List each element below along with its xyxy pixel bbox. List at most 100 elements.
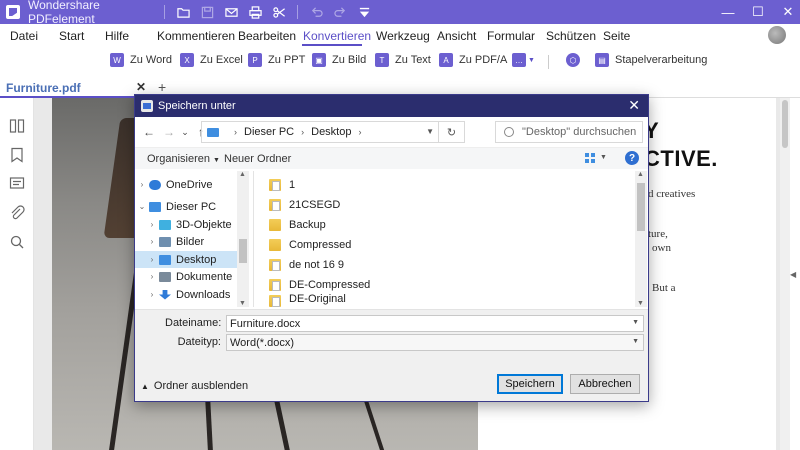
mail-icon[interactable] xyxy=(219,0,243,24)
menu-ansicht[interactable]: Ansicht xyxy=(437,27,476,43)
chevron-right-icon[interactable]: › xyxy=(145,237,159,246)
document-scrollbar[interactable] xyxy=(780,98,790,450)
to-excel-button[interactable]: X Zu Excel xyxy=(180,53,243,67)
save-button[interactable]: Speichern xyxy=(497,374,563,394)
file-item-21csegd[interactable]: 21CSEGD xyxy=(269,195,340,215)
menu-formular[interactable]: Formular xyxy=(487,27,535,43)
collapse-right-panel-icon[interactable]: ◀ xyxy=(790,270,796,279)
file-item-1[interactable]: 1 xyxy=(269,175,295,195)
new-folder-button[interactable]: Neuer Ordner xyxy=(224,153,291,165)
minimize-button[interactable]: — xyxy=(716,0,740,24)
filename-input[interactable]: Furniture.docx ▼ xyxy=(226,315,644,332)
search-input[interactable]: "Desktop" durchsuchen xyxy=(495,121,643,143)
scroll-up-icon[interactable]: ▲ xyxy=(239,171,246,178)
dialog-close-button[interactable]: ✕ xyxy=(628,97,640,114)
menu-seite[interactable]: Seite xyxy=(603,27,630,43)
add-tab-button[interactable]: + xyxy=(158,79,166,95)
menu-konvertieren[interactable]: Konvertieren xyxy=(303,27,371,43)
tree-item-onedrive[interactable]: › OneDrive xyxy=(135,176,249,193)
cancel-button[interactable]: Abbrechen xyxy=(570,374,640,394)
file-item-de-original[interactable]: DE-Original xyxy=(269,293,346,307)
pane-divider[interactable] xyxy=(253,171,254,307)
breadcrumb-desktop[interactable]: Desktop xyxy=(311,126,351,138)
scrollbar-thumb[interactable] xyxy=(637,183,645,231)
user-avatar[interactable] xyxy=(768,26,786,44)
thumbnails-icon[interactable] xyxy=(9,118,25,134)
save-icon[interactable] xyxy=(195,0,219,24)
menu-hilfe[interactable]: Hilfe xyxy=(105,27,129,43)
maximize-button[interactable]: ☐ xyxy=(746,0,770,24)
menu-schuetzen[interactable]: Schützen xyxy=(546,27,596,43)
tree-item-desktop[interactable]: › Desktop xyxy=(135,251,249,268)
scrollbar-thumb[interactable] xyxy=(239,239,247,263)
tab-furniture-pdf[interactable]: Furniture.pdf ✕ xyxy=(0,78,150,98)
menu-start[interactable]: Start xyxy=(59,27,84,43)
ocr-button[interactable]: ⬡ xyxy=(566,53,586,67)
filetype-select[interactable]: Word(*.docx) ▼ xyxy=(226,334,644,351)
chevron-down-icon[interactable]: ▼ xyxy=(632,338,639,345)
view-options-icon[interactable] xyxy=(585,153,595,163)
file-item-de-not-16-9[interactable]: de not 16 9 xyxy=(269,255,344,275)
chevron-right-icon[interactable]: › xyxy=(145,220,159,229)
file-list-scrollbar[interactable]: ▲ ▼ xyxy=(635,171,647,307)
scroll-down-icon[interactable]: ▼ xyxy=(239,300,246,307)
file-item-de-compressed[interactable]: DE-Compressed xyxy=(269,275,370,295)
file-item-backup[interactable]: Backup xyxy=(269,215,326,235)
more-formats-button[interactable]: … ▼ xyxy=(512,53,535,67)
chevron-down-icon: ▼ xyxy=(528,56,535,64)
search-icon[interactable] xyxy=(9,234,25,250)
recent-locations-icon[interactable]: ⌄ xyxy=(177,127,193,138)
quick-access-dropdown-icon[interactable] xyxy=(352,0,376,24)
close-window-button[interactable]: ✕ xyxy=(776,0,800,24)
tree-item-downloads[interactable]: › Downloads xyxy=(135,286,249,303)
chevron-right-icon[interactable]: › xyxy=(145,272,159,281)
menu-datei[interactable]: Datei xyxy=(10,27,38,43)
undo-icon[interactable] xyxy=(304,0,328,24)
chevron-down-icon[interactable]: ▼ xyxy=(600,154,607,161)
to-image-button[interactable]: ▣ Zu Bild xyxy=(312,53,366,67)
back-arrow-icon[interactable]: ← xyxy=(141,125,157,139)
organize-button[interactable]: Organisieren ▼ xyxy=(147,153,220,165)
tree-item-dokumente[interactable]: › Dokumente xyxy=(135,268,249,285)
breadcrumb-dieser-pc[interactable]: Dieser PC xyxy=(244,126,294,138)
chevron-right-icon[interactable]: › xyxy=(145,290,159,299)
chevron-down-icon[interactable]: ⌄ xyxy=(135,202,149,211)
tree-item-dieser-pc[interactable]: ⌄ Dieser PC xyxy=(135,198,249,215)
file-name: DE-Original xyxy=(289,293,346,305)
scroll-up-icon[interactable]: ▲ xyxy=(637,171,644,178)
to-pdfa-button[interactable]: A Zu PDF/A xyxy=(439,53,507,67)
forward-arrow-icon[interactable]: → xyxy=(161,125,177,139)
print-icon[interactable] xyxy=(243,0,267,24)
comment-icon[interactable] xyxy=(9,176,25,192)
menu-bearbeiten[interactable]: Bearbeiten xyxy=(238,27,296,43)
scrollbar-thumb[interactable] xyxy=(782,100,788,148)
file-item-compressed[interactable]: Compressed xyxy=(269,235,351,255)
tree-item-3d-objekte[interactable]: › 3D-Objekte xyxy=(135,216,249,233)
scissors-icon[interactable] xyxy=(267,0,291,24)
redo-icon[interactable] xyxy=(328,0,352,24)
bookmark-icon[interactable] xyxy=(9,147,25,163)
chevron-right-icon[interactable]: › xyxy=(145,255,159,264)
hide-folders-toggle[interactable]: ▲ Ordner ausblenden xyxy=(141,380,248,392)
tree-scrollbar[interactable]: ▲ ▼ xyxy=(237,171,249,307)
menu-kommentieren[interactable]: Kommentieren xyxy=(157,27,235,43)
close-tab-icon[interactable]: ✕ xyxy=(136,80,146,94)
tree-item-bilder[interactable]: › Bilder xyxy=(135,233,249,250)
to-ppt-button[interactable]: P Zu PPT xyxy=(248,53,305,67)
chevron-down-icon[interactable]: ▼ xyxy=(426,127,434,136)
to-word-button[interactable]: W Zu Word xyxy=(110,53,172,67)
left-sidebar: ▶ xyxy=(0,98,42,450)
chevron-down-icon[interactable]: ▼ xyxy=(632,319,639,326)
menu-werkzeug[interactable]: Werkzeug xyxy=(376,27,430,43)
batch-process-button[interactable]: ▤ Stapelverarbeitung xyxy=(595,53,707,67)
tree-label: Desktop xyxy=(176,253,217,266)
scroll-down-icon[interactable]: ▼ xyxy=(637,300,644,307)
address-bar[interactable]: › Dieser PC › Desktop › ▼ ↻ xyxy=(201,121,465,143)
refresh-icon[interactable]: ↻ xyxy=(438,122,464,142)
help-icon[interactable]: ? xyxy=(625,151,639,165)
attachment-icon[interactable] xyxy=(9,205,25,221)
to-text-button[interactable]: T Zu Text xyxy=(375,53,431,67)
chevron-right-icon[interactable]: › xyxy=(135,180,149,189)
tab-label: Furniture.pdf xyxy=(6,81,81,95)
open-folder-icon[interactable] xyxy=(171,0,195,24)
